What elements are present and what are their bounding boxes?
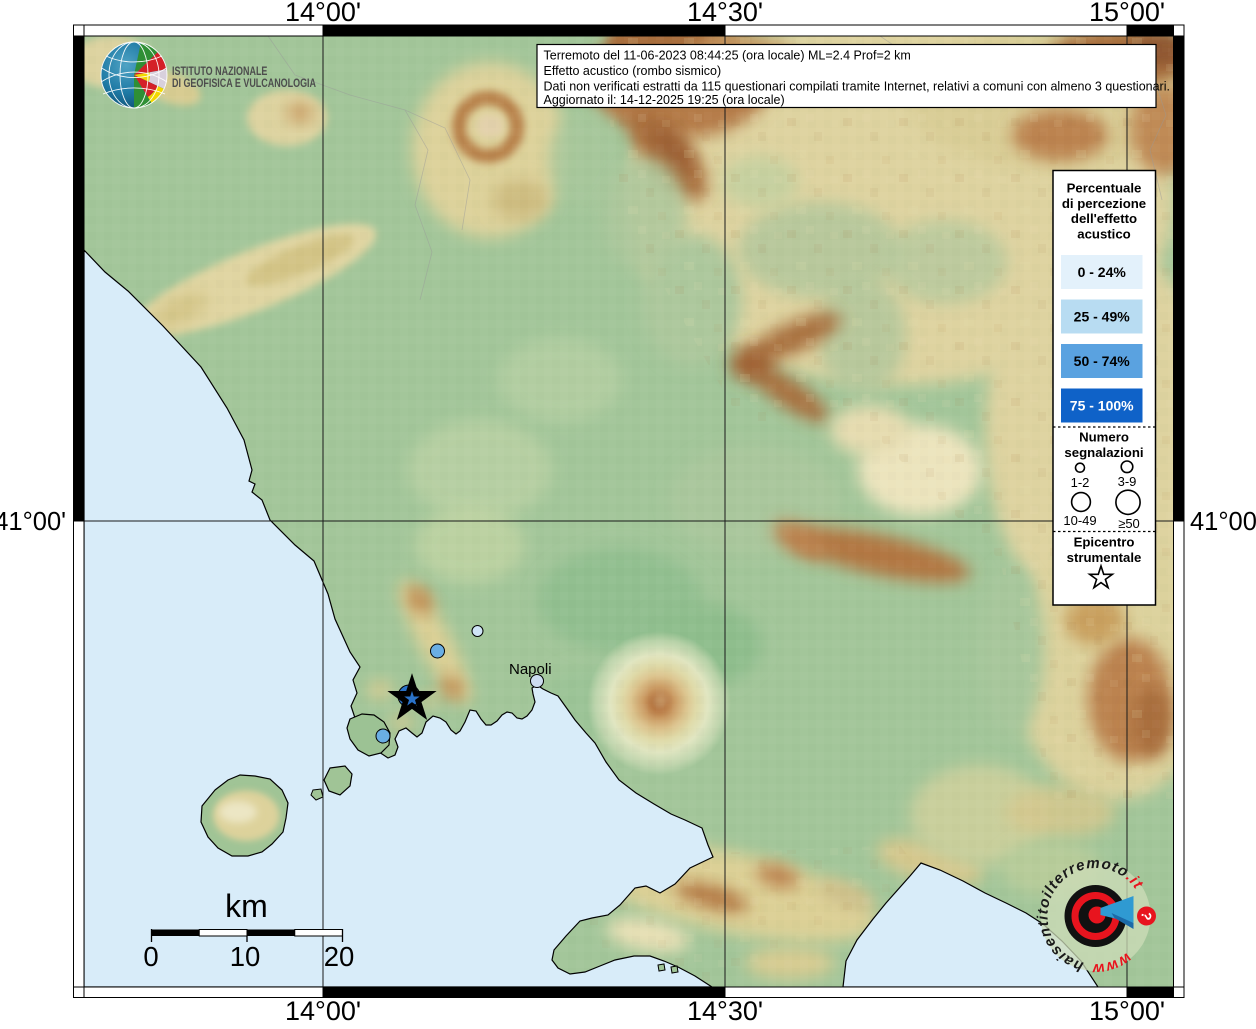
- svg-text:acustico: acustico: [1077, 227, 1131, 242]
- svg-text:Napoli: Napoli: [509, 661, 552, 678]
- svg-text:Dati non verificati estratti d: Dati non verificati estratti da 115 ques…: [544, 80, 1170, 94]
- svg-text:Effetto acustico (rombo sismic: Effetto acustico (rombo sismico): [544, 64, 722, 78]
- svg-text:Numero: Numero: [1079, 430, 1129, 445]
- svg-text:41°00': 41°00': [1190, 508, 1256, 536]
- svg-text:≥50: ≥50: [1118, 516, 1140, 531]
- svg-text:14°30': 14°30': [687, 996, 763, 1024]
- svg-text:di percezione: di percezione: [1062, 196, 1146, 211]
- svg-text:1-2: 1-2: [1071, 475, 1090, 490]
- svg-text:ISTITUTO NAZIONALE: ISTITUTO NAZIONALE: [172, 66, 267, 78]
- svg-text:20: 20: [324, 941, 355, 972]
- svg-text:segnalazioni: segnalazioni: [1064, 445, 1143, 460]
- svg-text:15°00': 15°00': [1089, 0, 1165, 27]
- svg-text:41°00': 41°00': [0, 508, 66, 536]
- svg-text:10: 10: [230, 941, 261, 972]
- svg-text:14°00': 14°00': [285, 996, 361, 1024]
- svg-text:DI GEOFISICA E VULCANOLOGIA: DI GEOFISICA E VULCANOLOGIA: [172, 78, 316, 90]
- svg-text:strumentale: strumentale: [1067, 550, 1142, 565]
- svg-text:Aggiornato il: 14-12-2025 19:2: Aggiornato il: 14-12-2025 19:25 (ora loc…: [544, 93, 785, 107]
- svg-text:Epicentro: Epicentro: [1074, 535, 1135, 550]
- svg-text:25 - 49%: 25 - 49%: [1074, 309, 1131, 325]
- svg-text:3-9: 3-9: [1118, 474, 1137, 489]
- svg-text:15°00': 15°00': [1089, 996, 1165, 1024]
- svg-text:50 - 74%: 50 - 74%: [1074, 353, 1131, 369]
- svg-text:10-49: 10-49: [1063, 513, 1096, 528]
- svg-text:75 - 100%: 75 - 100%: [1070, 398, 1134, 414]
- svg-text:14°30': 14°30': [687, 0, 763, 27]
- svg-text:0 - 24%: 0 - 24%: [1078, 264, 1127, 280]
- svg-text:Terremoto del 11-06-2023 08:44: Terremoto del 11-06-2023 08:44:25 (ora l…: [544, 49, 911, 63]
- svg-text:km: km: [225, 888, 268, 924]
- svg-text:Percentuale: Percentuale: [1067, 181, 1142, 196]
- svg-text:14°00': 14°00': [285, 0, 361, 27]
- svg-text:dell'effetto: dell'effetto: [1071, 211, 1137, 226]
- svg-text:0: 0: [143, 941, 158, 972]
